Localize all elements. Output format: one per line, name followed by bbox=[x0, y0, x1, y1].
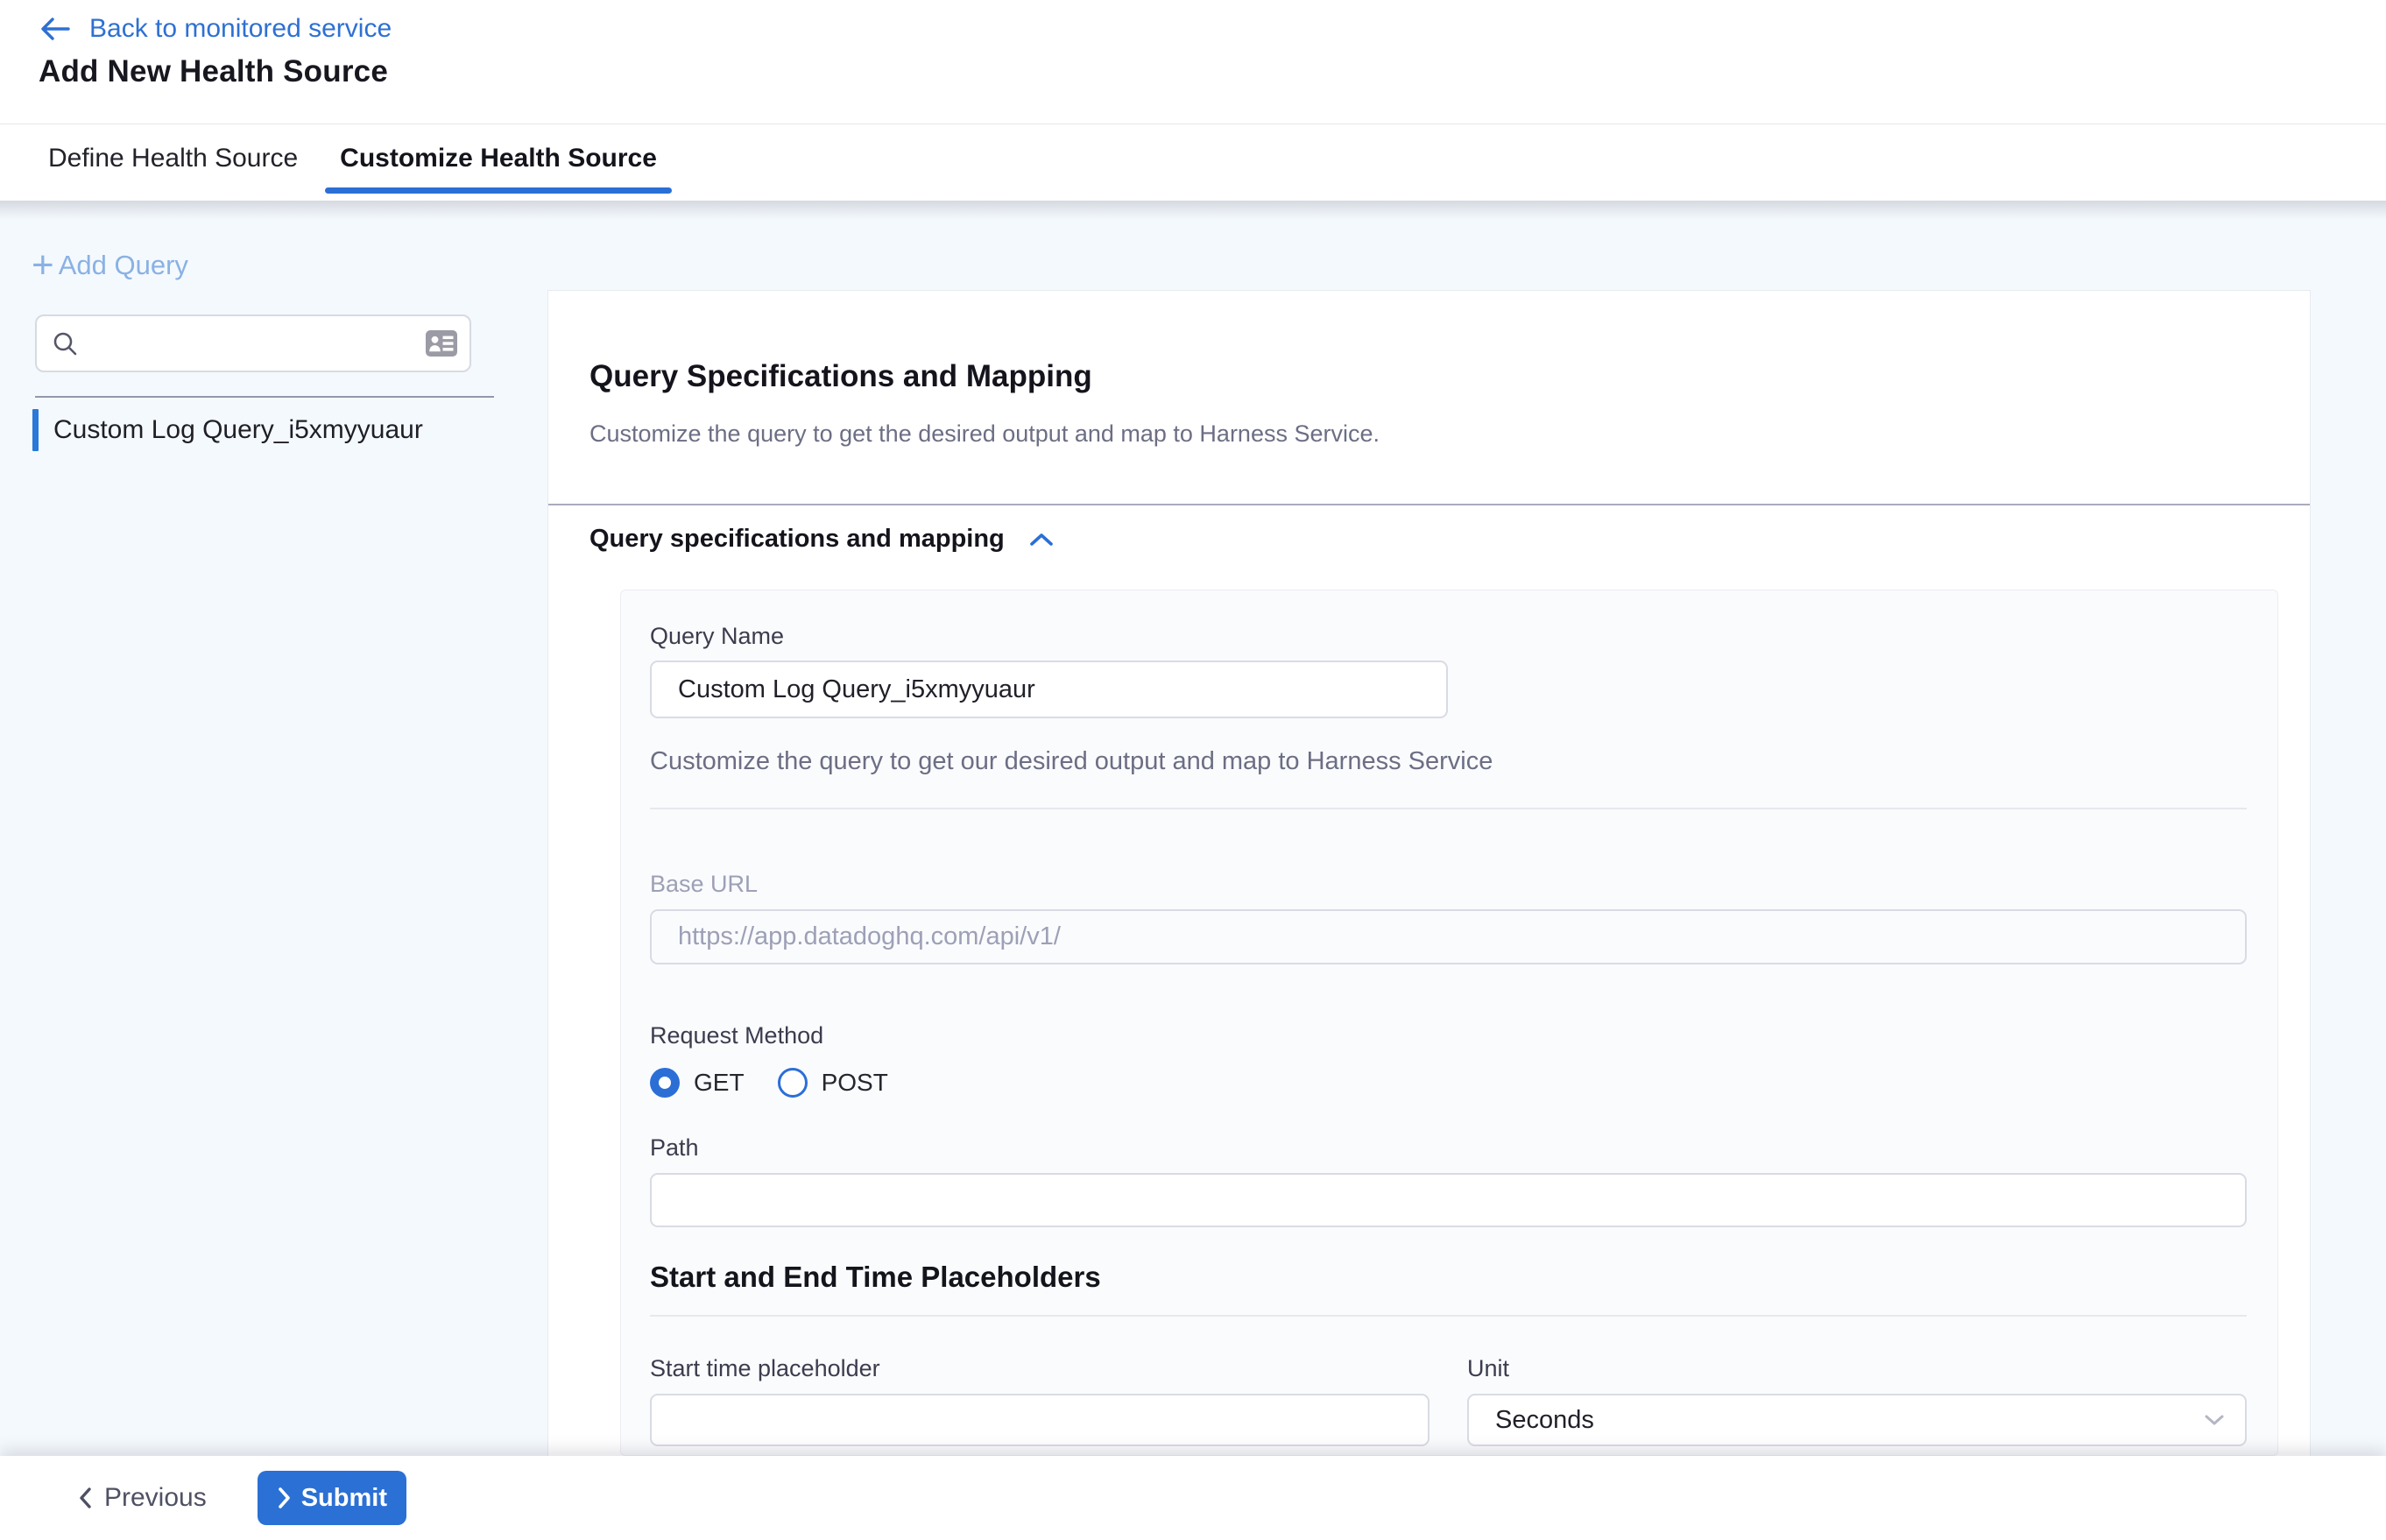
query-item-label: Custom Log Query_i5xmyyuaur bbox=[53, 415, 423, 445]
tab-customize-label: Customize Health Source bbox=[340, 144, 657, 173]
start-time-column: Start time placeholder bbox=[650, 1355, 1429, 1446]
active-tab-indicator bbox=[325, 187, 672, 194]
radio-option-post[interactable]: POST bbox=[778, 1068, 888, 1098]
radio-post[interactable] bbox=[778, 1068, 808, 1098]
search-icon bbox=[52, 330, 78, 357]
query-spec-form-panel: Query Name Customize the query to get ou… bbox=[620, 590, 2278, 1456]
base-url-label: Base URL bbox=[650, 871, 2247, 898]
query-name-label: Query Name bbox=[650, 623, 2247, 650]
unit-select[interactable]: Seconds bbox=[1467, 1394, 2247, 1446]
query-list-item-selected[interactable]: Custom Log Query_i5xmyyuaur bbox=[0, 406, 547, 455]
radio-option-get[interactable]: GET bbox=[650, 1068, 745, 1098]
unit-label: Unit bbox=[1467, 1355, 2247, 1382]
page-header: Back to monitored service Add New Health… bbox=[0, 0, 2386, 124]
back-to-monitored-service-link[interactable]: Back to monitored service bbox=[39, 14, 392, 44]
card-header: Query Specifications and Mapping Customi… bbox=[548, 291, 2310, 505]
request-method-label: Request Method bbox=[650, 1022, 2247, 1049]
query-name-help-text: Customize the query to get our desired o… bbox=[650, 747, 2247, 776]
time-placeholders-heading: Start and End Time Placeholders bbox=[650, 1261, 2247, 1294]
chevron-left-icon bbox=[76, 1486, 94, 1510]
chevron-up-icon[interactable] bbox=[1027, 530, 1055, 549]
query-search-input[interactable] bbox=[88, 329, 426, 357]
time-placeholder-row: Start time placeholder Unit Seconds bbox=[650, 1355, 2247, 1446]
radio-post-label: POST bbox=[822, 1069, 888, 1097]
panel-divider-2 bbox=[650, 1315, 2247, 1317]
wizard-footer: Previous Submit bbox=[0, 1456, 2386, 1540]
base-url-input bbox=[650, 909, 2247, 964]
query-spec-section-header[interactable]: Query specifications and mapping bbox=[589, 525, 1055, 554]
chevron-right-icon bbox=[277, 1487, 293, 1509]
radio-get[interactable] bbox=[650, 1068, 680, 1098]
path-label: Path bbox=[650, 1134, 2247, 1162]
add-health-source-page: Back to monitored service Add New Health… bbox=[0, 0, 2386, 1540]
sidebar-divider bbox=[35, 396, 494, 398]
submit-button[interactable]: Submit bbox=[258, 1471, 406, 1525]
query-name-input[interactable] bbox=[650, 661, 1448, 718]
submit-label: Submit bbox=[301, 1484, 387, 1513]
unit-select-value: Seconds bbox=[1495, 1406, 1594, 1435]
back-link-label: Back to monitored service bbox=[89, 14, 392, 44]
start-time-label: Start time placeholder bbox=[650, 1355, 1429, 1382]
card-subtitle: Customize the query to get the desired o… bbox=[589, 420, 1380, 448]
selected-query-indicator-bar bbox=[32, 409, 39, 451]
back-arrow-icon bbox=[39, 15, 72, 43]
query-search-box bbox=[35, 314, 471, 372]
chevron-down-icon bbox=[2203, 1413, 2226, 1427]
query-mapping-card: Query Specifications and Mapping Customi… bbox=[547, 290, 2311, 1456]
request-method-radio-group: GET POST bbox=[650, 1068, 2247, 1098]
page-title: Add New Health Source bbox=[39, 54, 388, 89]
query-list-view-icon[interactable] bbox=[426, 330, 457, 357]
health-source-tabs: Define Health Source Customize Health So… bbox=[0, 124, 2386, 201]
query-sidebar: + Add Query bbox=[0, 201, 547, 1456]
radio-get-label: GET bbox=[694, 1069, 745, 1097]
section-header-label: Query specifications and mapping bbox=[589, 525, 1005, 554]
panel-divider bbox=[650, 808, 2247, 809]
start-time-input[interactable] bbox=[650, 1394, 1429, 1446]
card-title: Query Specifications and Mapping bbox=[589, 359, 1092, 394]
previous-label: Previous bbox=[104, 1483, 207, 1513]
tab-customize-health-source[interactable]: Customize Health Source bbox=[340, 144, 657, 182]
tab-define-health-source[interactable]: Define Health Source bbox=[48, 144, 298, 182]
previous-button[interactable]: Previous bbox=[76, 1483, 207, 1513]
add-query-button[interactable]: + Add Query bbox=[32, 246, 188, 285]
plus-icon: + bbox=[32, 246, 54, 285]
unit-column: Unit Seconds bbox=[1467, 1355, 2247, 1446]
path-input[interactable] bbox=[650, 1173, 2247, 1227]
add-query-label: Add Query bbox=[59, 250, 188, 281]
